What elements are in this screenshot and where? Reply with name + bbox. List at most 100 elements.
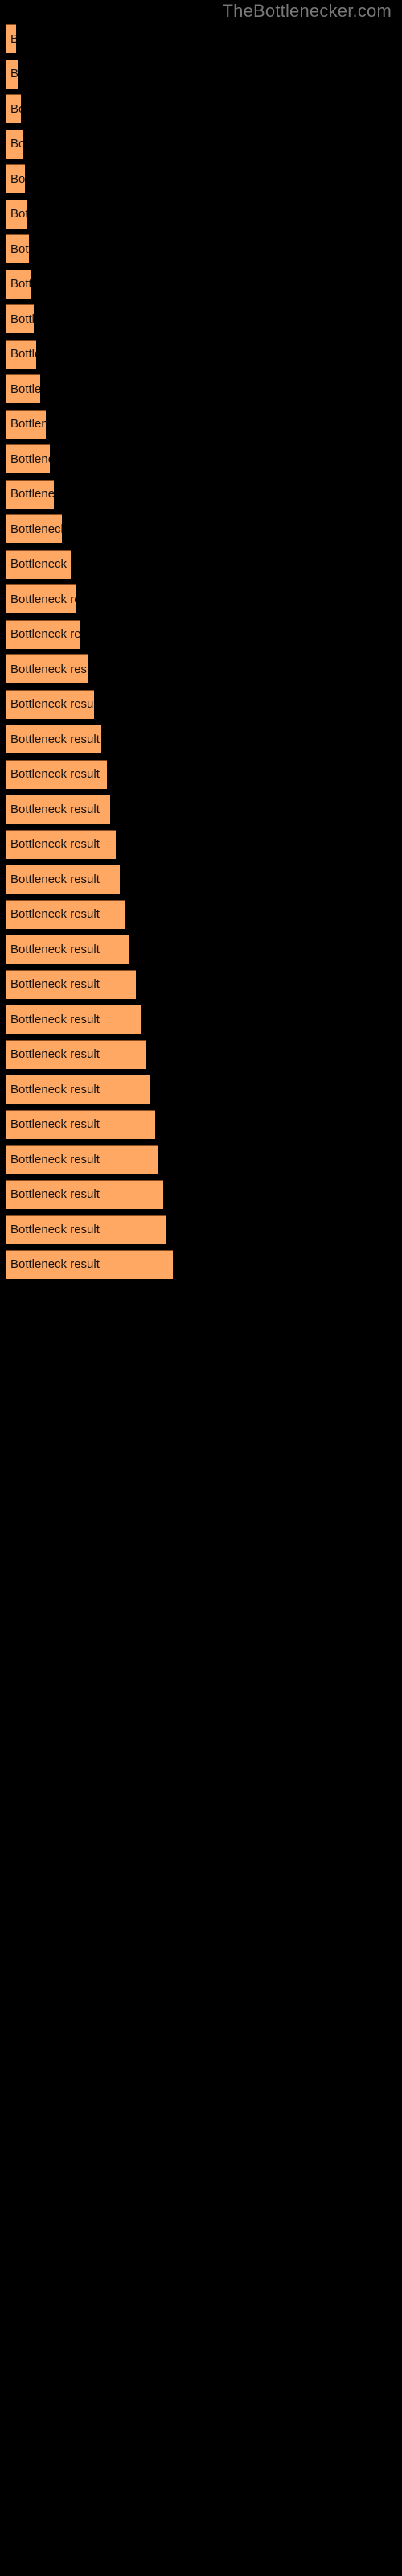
bar-label: Bottleneck result — [10, 1047, 100, 1061]
bar-label: Bottleneck result — [10, 1012, 100, 1026]
chart-bar[interactable]: Bottleneck result — [6, 1249, 173, 1279]
bar-label: Bottleneck result — [10, 1257, 100, 1271]
chart-bar[interactable]: Bottleneck result — [6, 1109, 155, 1139]
chart-bar[interactable]: Bottleneck result — [6, 479, 54, 509]
chart-bar[interactable]: Bottleneck result — [6, 689, 94, 719]
bar-label: Bottleneck result — [10, 907, 100, 921]
bar-row: Bottleneck result — [6, 689, 94, 719]
bar-label: Bottleneck result — [10, 277, 31, 291]
bar-row: Bottleneck result — [6, 1005, 141, 1034]
bar-label: Bottleneck result — [10, 137, 23, 151]
bar-row: Bottleneck result — [6, 584, 76, 613]
bar-label: Bottleneck result — [10, 732, 100, 746]
chart-bar[interactable]: Bottleneck result — [6, 549, 71, 579]
chart-bar[interactable]: Bottleneck result — [6, 1215, 166, 1244]
bar-row: Bottleneck result — [6, 164, 25, 193]
bar-row: Bottleneck result — [6, 654, 88, 683]
chart-bar[interactable]: Bottleneck result — [6, 899, 125, 929]
bar-label: Bottleneck result — [10, 627, 80, 641]
plot-area: Bottleneck result Bottleneck result Bottle… — [0, 0, 402, 2576]
chart-bar[interactable]: Bottleneck result — [6, 199, 27, 229]
chart-bar[interactable]: Bottleneck result — [6, 444, 50, 473]
bar-label: Bottleneck result — [10, 557, 71, 571]
bar-label: Bottleneck result — [10, 101, 21, 116]
chart-bar[interactable]: Bottleneck result — [6, 759, 107, 789]
bar-label: Bottleneck result — [10, 1082, 100, 1096]
bar-label: Bottleneck result — [10, 1152, 100, 1166]
bar-row: Bottleneck result — [6, 514, 62, 543]
bar-label: Bottleneck result — [10, 68, 18, 80]
chart-bar[interactable]: Bottleneck result — [6, 129, 23, 159]
bar-row: Bottleneck result — [6, 234, 29, 263]
bar-row: Bottleneck result — [6, 935, 129, 964]
bar-row: Bottleneck result — [6, 1179, 163, 1209]
chart-bar[interactable]: Bottleneck result — [6, 969, 136, 999]
chart-bar[interactable]: Bottleneck result — [6, 269, 31, 299]
chart-bar[interactable]: Bottleneck result — [6, 654, 88, 683]
chart-bar[interactable]: Bottleneck result — [6, 829, 116, 859]
bar-row: Bottleneck result — [6, 339, 36, 369]
bar-label: Bottleneck result — [10, 242, 29, 256]
bar-row: Bottleneck result — [6, 619, 80, 649]
chart-bar[interactable]: Bottleneck result — [6, 724, 101, 753]
chart-bar[interactable]: Bottleneck result — [6, 24, 16, 53]
bar-row: Bottleneck result — [6, 59, 18, 89]
chart-bar[interactable]: Bottleneck result — [6, 59, 18, 89]
chart-bar[interactable]: Bottleneck result — [6, 584, 76, 613]
chart-bar[interactable]: Bottleneck result — [6, 1145, 158, 1174]
bar-row: Bottleneck result — [6, 269, 31, 299]
bar-label: Bottleneck result — [10, 592, 76, 606]
bar-label: Bottleneck result — [10, 382, 40, 396]
chart-bar[interactable]: Bottleneck result — [6, 865, 120, 894]
bar-row: Bottleneck result — [6, 1215, 166, 1244]
bottleneck-bar-chart: TheBottlenecker.com Bottleneck resultBot… — [0, 0, 402, 2576]
bar-label: Bottleneck result — [10, 1117, 100, 1131]
chart-bar[interactable]: Bottleneck result — [6, 1039, 146, 1069]
chart-bar[interactable]: Bottleneck result — [6, 1179, 163, 1209]
chart-bar[interactable]: Bottleneck result — [6, 94, 21, 123]
bar-row: Bottleneck result — [6, 1109, 155, 1139]
chart-bar[interactable]: Bottleneck result — [6, 1075, 150, 1104]
bar-row: Bottleneck result — [6, 374, 40, 403]
chart-bar[interactable]: Bottleneck result — [6, 514, 62, 543]
bar-label: Bottleneck result — [10, 1187, 100, 1201]
bar-label: Bottleneck result — [10, 452, 50, 466]
bar-row: Bottleneck result — [6, 795, 110, 824]
bar-row: Bottleneck result — [6, 304, 34, 333]
bar-label: Bottleneck result — [10, 942, 100, 956]
bar-row: Bottleneck result — [6, 1075, 150, 1104]
bar-label: Bottleneck result — [10, 1222, 100, 1236]
chart-bar[interactable]: Bottleneck result — [6, 374, 40, 403]
bar-label: Bottleneck result — [10, 662, 88, 676]
chart-bar[interactable]: Bottleneck result — [6, 619, 80, 649]
bar-label: Bottleneck result — [10, 207, 27, 221]
bar-row: Bottleneck result — [6, 1039, 146, 1069]
chart-bar[interactable]: Bottleneck result — [6, 164, 25, 193]
chart-bar[interactable]: Bottleneck result — [6, 304, 34, 333]
bar-row: Bottleneck result — [6, 24, 16, 53]
bar-row: Bottleneck result — [6, 549, 71, 579]
bar-label: Bottleneck result — [10, 312, 34, 326]
chart-bar[interactable]: Bottleneck result — [6, 234, 29, 263]
bar-label: Bottleneck result — [10, 171, 25, 186]
bar-label: Bottleneck result — [10, 487, 54, 501]
bar-row: Bottleneck result — [6, 444, 50, 473]
chart-bar[interactable]: Bottleneck result — [6, 1005, 141, 1034]
bar-label: Bottleneck result — [10, 767, 100, 781]
chart-bar[interactable]: Bottleneck result — [6, 339, 36, 369]
bar-label: Bottleneck result — [10, 32, 16, 46]
bar-row: Bottleneck result — [6, 409, 46, 439]
chart-bar[interactable]: Bottleneck result — [6, 935, 129, 964]
bar-row: Bottleneck result — [6, 199, 27, 229]
bar-row: Bottleneck result — [6, 865, 120, 894]
bar-label: Bottleneck result — [10, 872, 100, 886]
bar-label: Bottleneck result — [10, 977, 100, 991]
chart-bar[interactable]: Bottleneck result — [6, 409, 46, 439]
bar-row: Bottleneck result — [6, 829, 116, 859]
bar-row: Bottleneck result — [6, 899, 125, 929]
bar-row: Bottleneck result — [6, 1145, 158, 1174]
chart-bar[interactable]: Bottleneck result — [6, 795, 110, 824]
bar-label: Bottleneck result — [10, 697, 94, 711]
bar-row: Bottleneck result — [6, 759, 107, 789]
bar-label: Bottleneck result — [10, 802, 100, 816]
